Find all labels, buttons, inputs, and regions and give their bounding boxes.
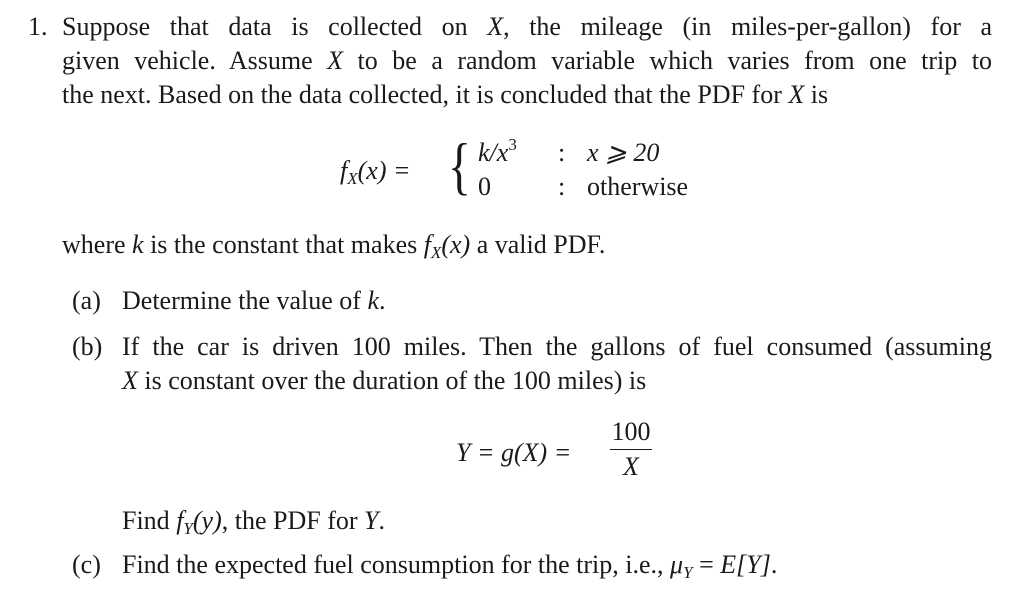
pdf-lhs: fX(x) = <box>340 156 411 188</box>
brace-symbol: { <box>447 130 471 201</box>
case1-condition: x ⩾ 20 <box>587 138 660 167</box>
case2-condition: otherwise <box>587 172 689 201</box>
part-a-label: (a) <box>72 286 101 315</box>
intro-line-3: the next. Based on the data collected, i… <box>62 80 829 109</box>
problem-number: 1. <box>28 12 48 41</box>
intro-line-2: given vehicle. Assume X to be a random v… <box>62 46 992 75</box>
var-x: X <box>487 12 504 41</box>
fraction: 100 X <box>610 417 652 482</box>
case1-value: k/x3 <box>478 135 517 167</box>
part-c-text: Find the expected fuel consumption for t… <box>122 550 778 582</box>
case2-value: 0 <box>478 172 491 201</box>
case1-separator: : <box>558 138 566 167</box>
intro-line-1: Suppose that data is collected on X, the… <box>62 12 992 41</box>
numerator: 100 <box>611 417 651 446</box>
var-x: X <box>327 46 344 75</box>
part-b-line-2: X is constant over the duration of the 1… <box>122 366 647 395</box>
var-x: X <box>788 80 805 109</box>
transform-lhs: Y = g(X) = <box>456 438 572 467</box>
where-line: where k is the constant that makes fX(x)… <box>62 230 606 262</box>
part-a-text: Determine the value of k. <box>122 286 386 315</box>
part-c-label: (c) <box>72 550 101 579</box>
part-b-find: Find fY(y), the PDF for Y. <box>122 506 385 538</box>
part-b-line-1: If the car is driven 100 miles. Then the… <box>122 332 992 361</box>
denominator: X <box>623 452 639 481</box>
case2-separator: : <box>558 172 566 201</box>
fraction-bar <box>610 449 652 450</box>
part-b-label: (b) <box>72 332 103 361</box>
